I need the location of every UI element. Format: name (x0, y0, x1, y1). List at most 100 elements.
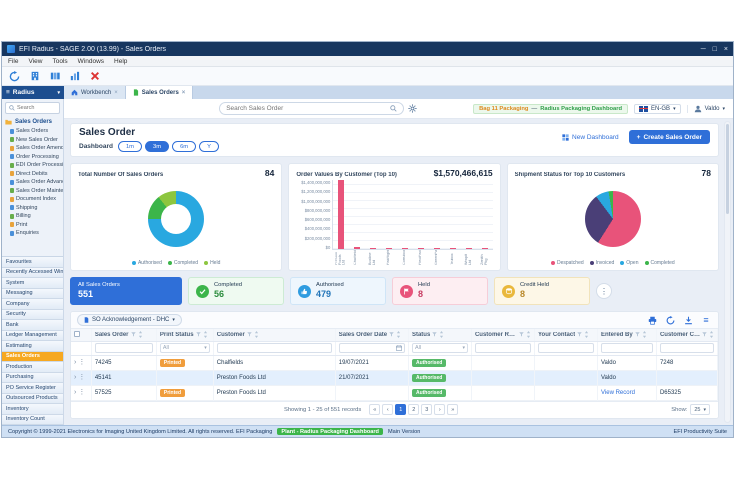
menu-icon[interactable]: ≡ (700, 314, 712, 326)
status-card-completed[interactable]: Completed 56 (188, 277, 284, 305)
filter-select-status[interactable]: All ▾ (411, 343, 468, 353)
filter-input-customer-return[interactable] (474, 343, 531, 353)
filter-input-entered-by[interactable] (601, 343, 653, 353)
filter-icon[interactable] (195, 332, 201, 337)
tree-item-edi-order-processing[interactable]: EDI Order Processing (2, 161, 63, 170)
column-header-customer-return[interactable]: Customer Return (471, 329, 535, 342)
range-button-3m[interactable]: 3m (145, 141, 170, 152)
next-page-button[interactable]: › (434, 404, 446, 415)
sort-icon[interactable] (439, 331, 444, 339)
download-icon[interactable] (682, 314, 694, 326)
sort-icon[interactable] (709, 331, 714, 339)
chart-icon[interactable] (67, 69, 82, 84)
menu-help[interactable]: Help (114, 58, 127, 65)
vertical-scrollbar[interactable] (724, 121, 731, 423)
maximize-button[interactable]: □ (713, 46, 717, 53)
sidebar-section-system[interactable]: System (2, 278, 63, 289)
tab-close-icon[interactable]: × (182, 90, 186, 96)
scrollbar-thumb[interactable] (726, 124, 729, 214)
tree-header[interactable]: Sales Orders (2, 117, 63, 127)
filter-icon[interactable] (702, 332, 707, 337)
sidebar-section-messaging[interactable]: Messaging (2, 288, 63, 299)
sort-icon[interactable] (203, 331, 208, 339)
status-card-authorised[interactable]: Authorised 479 (290, 277, 386, 305)
tree-item-enquiries[interactable]: Enquiries (2, 229, 63, 238)
tree-item-direct-debits[interactable]: Direct Debits (2, 170, 63, 179)
minimize-button[interactable]: ─ (701, 46, 706, 53)
expand-row-icon[interactable]: › (74, 359, 76, 366)
row-menu-icon[interactable]: ⋮ (78, 389, 85, 396)
print-icon[interactable] (646, 314, 658, 326)
menu-tools[interactable]: Tools (52, 58, 67, 65)
language-selector[interactable]: EN-GB ▾ (634, 103, 681, 114)
sidebar-section-company[interactable]: Company (2, 299, 63, 310)
filter-date-sales-order-date[interactable] (338, 343, 405, 353)
filter-icon[interactable] (130, 332, 136, 337)
modules-icon[interactable] (47, 69, 62, 84)
refresh-icon[interactable] (7, 69, 22, 84)
status-card-held[interactable]: Held 8 (392, 277, 488, 305)
status-card-all-sales-orders[interactable]: All Sales Orders 551 (70, 277, 182, 305)
sort-icon[interactable] (138, 331, 143, 339)
filter-input-customer[interactable] (216, 343, 332, 353)
filter-icon[interactable] (519, 332, 524, 337)
column-header-entered-by[interactable]: Entered By (597, 329, 657, 342)
column-header-your-contact[interactable]: Your Contact (534, 329, 599, 342)
column-header-status[interactable]: Status (408, 329, 472, 342)
tree-item-sales-orders[interactable]: Sales Orders (2, 127, 63, 136)
sidebar-section-recently-accessed-windows[interactable]: Recently Accessed Windows (2, 267, 63, 278)
menu-view[interactable]: View (28, 58, 42, 65)
filter-select-print-status[interactable]: All ▾ (159, 343, 210, 353)
row-menu-icon[interactable]: ⋮ (78, 374, 85, 381)
column-header-customer[interactable]: Customer (213, 329, 336, 342)
row-menu-icon[interactable]: ⋮ (78, 359, 85, 366)
filter-icon[interactable] (389, 332, 394, 337)
sidebar-section-favourites[interactable]: Favourites (2, 257, 63, 268)
gear-icon[interactable] (408, 104, 417, 113)
filter-input-customer-code[interactable] (659, 343, 714, 353)
table-row-74245[interactable]: › ⋮ 74245 Printed Chalfields 19/07/2021 Author… (71, 355, 718, 370)
prev-page-button[interactable]: ‹ (382, 404, 394, 415)
tree-item-order-processing[interactable]: Order Processing (2, 153, 63, 162)
filter-icon[interactable] (247, 332, 252, 337)
view-record-link[interactable]: View Record (601, 390, 635, 396)
sidebar-section-security[interactable]: Security (2, 309, 63, 320)
user-menu[interactable]: Valdo ▾ (686, 104, 725, 113)
tree-item-sales-order-amendment[interactable]: Sales Order Amendment (2, 144, 63, 153)
sidebar-section-bank[interactable]: Bank (2, 320, 63, 331)
company-icon[interactable] (27, 69, 42, 84)
exit-icon[interactable] (87, 69, 102, 84)
new-dashboard-link[interactable]: New Dashboard (562, 134, 619, 141)
expand-row-icon[interactable]: › (74, 389, 76, 396)
sidebar-search-input[interactable] (17, 105, 56, 111)
last-page-button[interactable]: » (447, 404, 459, 415)
page-size-value[interactable]: 25 ▾ (690, 404, 711, 415)
page-button-1[interactable]: 1 (395, 404, 407, 415)
column-header-customer-code[interactable]: Customer Code (656, 329, 718, 342)
more-status-cards-button[interactable]: ⋮ (596, 283, 612, 299)
table-row-57525[interactable]: › ⋮ 57525 Printed Preston Foods Ltd Authorise… (71, 385, 718, 400)
sidebar-section-inventory-count[interactable]: Inventory Count (2, 414, 63, 425)
tree-item-sales-order-advanced[interactable]: Sales Order Advanced (2, 178, 63, 187)
sidebar-section-ledger-management[interactable]: Ledger Management (2, 330, 63, 341)
tree-item-billing[interactable]: Billing (2, 212, 63, 221)
tree-item-print[interactable]: Print (2, 221, 63, 230)
filter-input-sales-order[interactable] (94, 343, 153, 353)
tab-close-icon[interactable]: × (114, 90, 118, 96)
sidebar-section-sales-orders[interactable]: Sales Orders (2, 351, 63, 362)
sort-icon[interactable] (396, 331, 401, 339)
tree-item-shipping[interactable]: Shipping (2, 204, 63, 213)
column-header-sales-order-date[interactable]: Sales Order Date (335, 329, 409, 342)
table-row-45141[interactable]: › ⋮ 45141 Preston Foods Ltd 21/07/2021 Author… (71, 370, 718, 385)
tab-sales-orders[interactable]: Sales Orders × (125, 86, 194, 99)
filter-icon[interactable] (577, 332, 582, 337)
select-all-header[interactable] (71, 329, 92, 342)
sort-icon[interactable] (642, 331, 647, 339)
page-size-select[interactable]: Show: 25 ▾ (671, 404, 711, 415)
close-button[interactable]: × (724, 46, 728, 53)
so-acknowledgement-button[interactable]: SO Acknowledgement - DHC ▾ (77, 314, 182, 326)
tab-workbench[interactable]: Workbench × (64, 86, 126, 99)
select-all-checkbox[interactable] (74, 330, 80, 337)
titlebar[interactable]: EFI Radius - SAGE 2.00 (13.99) - Sales O… (2, 42, 733, 56)
filter-icon[interactable] (432, 332, 438, 337)
